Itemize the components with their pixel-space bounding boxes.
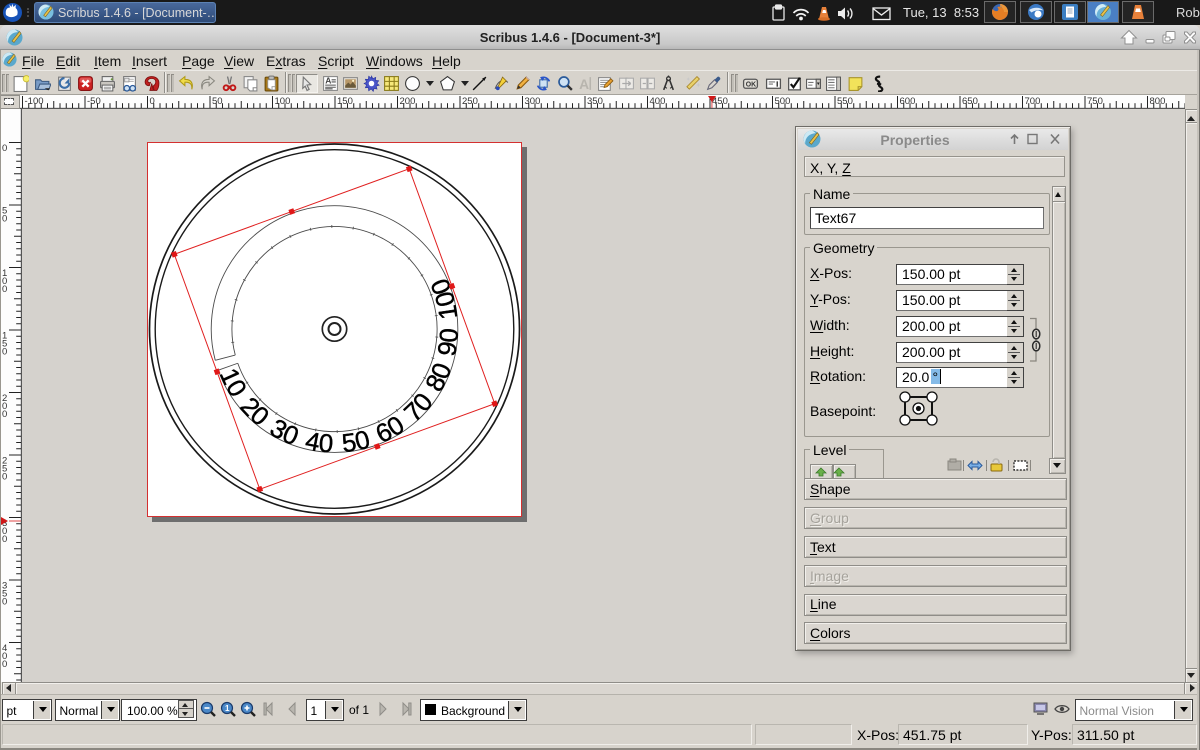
svg-text:A: A <box>325 75 331 85</box>
svg-text:800: 800 <box>1150 96 1166 107</box>
svg-text:400: 400 <box>650 96 666 107</box>
svg-text:0: 0 <box>2 143 7 154</box>
svg-text:0: 0 <box>2 284 7 295</box>
svg-text:250: 250 <box>462 96 478 107</box>
svg-text:0: 0 <box>2 409 7 420</box>
svg-text:100: 100 <box>275 96 291 107</box>
svg-text:50: 50 <box>212 96 223 107</box>
svg-text:0: 0 <box>2 597 7 608</box>
svg-text:550: 550 <box>837 96 853 107</box>
svg-text:-100: -100 <box>25 96 44 107</box>
svg-text:750: 750 <box>1087 96 1103 107</box>
svg-text:650: 650 <box>962 96 978 107</box>
svg-text:0: 0 <box>2 534 7 545</box>
svg-text:200: 200 <box>400 96 416 107</box>
svg-text:0: 0 <box>2 347 7 358</box>
svg-text:150: 150 <box>337 96 353 107</box>
svg-text:-50: -50 <box>87 96 101 107</box>
svg-text:1: 1 <box>225 704 230 713</box>
svg-text:0: 0 <box>2 472 7 483</box>
svg-text:350: 350 <box>587 96 603 107</box>
svg-text:0: 0 <box>2 214 7 225</box>
svg-text:OK: OK <box>746 81 756 88</box>
svg-text:600: 600 <box>900 96 916 107</box>
svg-text:0: 0 <box>2 659 7 670</box>
svg-text:500: 500 <box>775 96 791 107</box>
svg-text:300: 300 <box>525 96 541 107</box>
svg-text:700: 700 <box>1025 96 1041 107</box>
svg-text:A: A <box>579 75 589 91</box>
